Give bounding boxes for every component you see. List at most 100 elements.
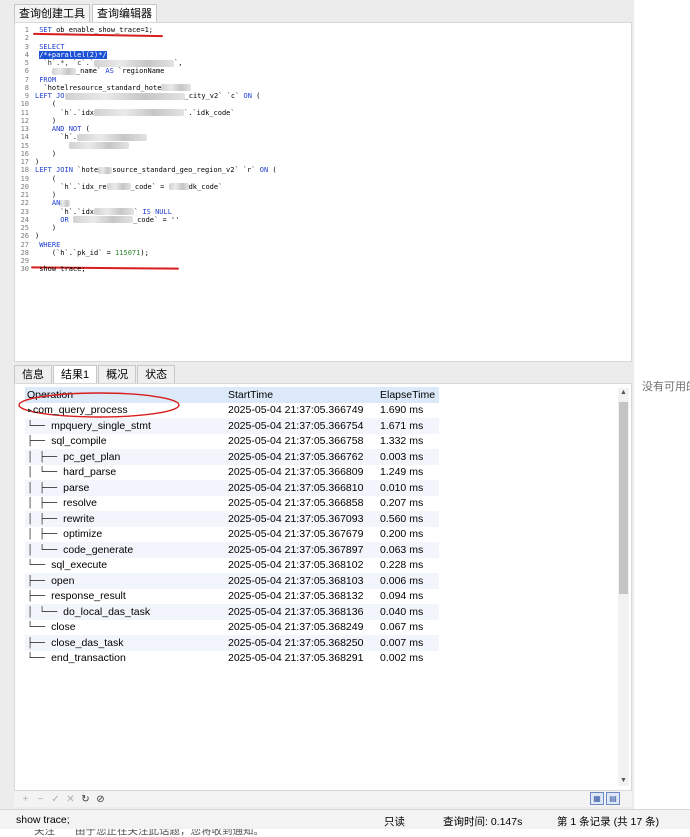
cell-elapsetime[interactable]: 0.006 ms	[378, 575, 438, 587]
delete-record-icon[interactable]: −	[33, 794, 48, 805]
form-view-icon[interactable]: ▤	[606, 792, 620, 805]
cell-elapsetime[interactable]: 1.332 ms	[378, 435, 438, 447]
scroll-down-icon[interactable]: ▼	[618, 776, 629, 786]
cell-operation[interactable]: │ ├── resolve	[25, 497, 226, 509]
code-line[interactable]: 25 )	[15, 224, 57, 232]
cell-starttime[interactable]: 2025-05-04 21:37:05.368103	[226, 575, 378, 587]
cell-starttime[interactable]: 2025-05-04 21:37:05.366749	[226, 404, 378, 416]
column-header-elapsetime[interactable]: ElapseTime	[378, 389, 438, 401]
table-row[interactable]: ├── response_result 2025-05-04 21:37:05.3…	[25, 589, 439, 605]
cell-operation[interactable]: │ ├── parse	[25, 482, 226, 494]
cell-operation[interactable]: ├── close_das_task	[25, 637, 226, 649]
cell-starttime[interactable]: 2025-05-04 21:37:05.368132	[226, 590, 378, 602]
table-row[interactable]: └── mpquery_single_stmt 2025-05-04 21:37:…	[25, 418, 439, 434]
code-line[interactable]: 19 (	[15, 175, 57, 183]
cell-starttime[interactable]: 2025-05-04 21:37:05.368291	[226, 652, 378, 664]
tab-status[interactable]: 状态	[137, 365, 176, 383]
cell-starttime[interactable]: 2025-05-04 21:37:05.368136	[226, 606, 378, 618]
tab-query-builder[interactable]: 查询创建工具	[14, 4, 90, 22]
cell-elapsetime[interactable]: 1.671 ms	[378, 420, 438, 432]
table-row[interactable]: └── sql_execute 2025-05-04 21:37:05.36810…	[25, 558, 439, 574]
cell-elapsetime[interactable]: 0.063 ms	[378, 544, 438, 556]
cell-starttime[interactable]: 2025-05-04 21:37:05.368250	[226, 637, 378, 649]
table-row[interactable]: ├── open 2025-05-04 21:37:05.368103 0.006 …	[25, 573, 439, 589]
code-line[interactable]: 21 )	[15, 191, 57, 199]
code-line[interactable]: 28 (`h`.`pk_id` = 115071);	[15, 249, 149, 257]
tab-result1[interactable]: 结果1	[53, 365, 98, 383]
code-line[interactable]: 13 AND NOT (	[15, 125, 90, 133]
code-line[interactable]: 9 LEFT JO _city_v2` `c` ON (	[15, 92, 261, 100]
table-row[interactable]: │ ├── pc_get_plan 2025-05-04 21:37:05.366…	[25, 449, 439, 465]
vertical-scrollbar[interactable]: ▲ ▼	[618, 388, 629, 786]
table-row[interactable]: │ └── do_local_das_task 2025-05-04 21:37:…	[25, 604, 439, 620]
tab-query-editor[interactable]: 查询编辑器	[92, 4, 157, 22]
cell-starttime[interactable]: 2025-05-04 21:37:05.368102	[226, 559, 378, 571]
discard-changes-icon[interactable]: ✕	[63, 794, 78, 805]
code-line[interactable]: 1 SET ob_enable_show_trace=1;	[15, 26, 153, 34]
cell-elapsetime[interactable]: 0.207 ms	[378, 497, 438, 509]
stop-icon[interactable]: ⊘	[93, 794, 108, 805]
scroll-up-icon[interactable]: ▲	[618, 388, 629, 398]
cell-elapsetime[interactable]: 0.010 ms	[378, 482, 438, 494]
table-row[interactable]: └── close 2025-05-04 21:37:05.368249 0.067…	[25, 620, 439, 636]
apply-changes-icon[interactable]: ✓	[48, 794, 63, 805]
code-line[interactable]: 24 OR _code` = ''	[15, 216, 180, 224]
code-line[interactable]: 14 `h`.	[15, 133, 148, 141]
code-line[interactable]: 10 (	[15, 100, 57, 108]
code-line[interactable]: 3 SELECT	[15, 43, 65, 51]
cell-elapsetime[interactable]: 0.560 ms	[378, 513, 438, 525]
code-line[interactable]: 27 WHERE	[15, 241, 61, 249]
cell-operation[interactable]: └── end_transaction	[25, 652, 226, 664]
cell-elapsetime[interactable]: 0.040 ms	[378, 606, 438, 618]
cell-operation[interactable]: │ ├── pc_get_plan	[25, 451, 226, 463]
table-row[interactable]: ├── close_das_task 2025-05-04 21:37:05.36…	[25, 635, 439, 651]
refresh-icon[interactable]: ↻	[78, 794, 93, 805]
cell-operation[interactable]: └── sql_execute	[25, 559, 226, 571]
table-row[interactable]: │ └── code_generate 2025-05-04 21:37:05.3…	[25, 542, 439, 558]
code-line[interactable]: 23 `h`.`idx ` IS NULL	[15, 208, 172, 216]
grid-view-icon[interactable]: ▦	[590, 792, 604, 805]
cell-operation[interactable]: │ ├── optimize	[25, 528, 226, 540]
cell-elapsetime[interactable]: 0.094 ms	[378, 590, 438, 602]
table-row[interactable]: │ └── hard_parse 2025-05-04 21:37:05.3668…	[25, 465, 439, 481]
code-line[interactable]: 15	[15, 142, 129, 150]
table-row[interactable]: │ ├── rewrite 2025-05-04 21:37:05.367093 0…	[25, 511, 439, 527]
code-line[interactable]: 7 FROM	[15, 76, 56, 84]
cell-operation[interactable]: │ ├── rewrite	[25, 513, 226, 525]
cell-elapsetime[interactable]: 0.003 ms	[378, 451, 438, 463]
code-line[interactable]: 30 show trace;	[15, 265, 86, 273]
cell-starttime[interactable]: 2025-05-04 21:37:05.366754	[226, 420, 378, 432]
cell-operation[interactable]: ├── sql_compile	[25, 435, 226, 447]
cell-starttime[interactable]: 2025-05-04 21:37:05.368249	[226, 621, 378, 633]
cell-elapsetime[interactable]: 1.249 ms	[378, 466, 438, 478]
add-record-icon[interactable]: +	[18, 794, 33, 805]
code-line[interactable]: 6 _name` AS `regionName	[15, 67, 165, 75]
cell-starttime[interactable]: 2025-05-04 21:37:05.366758	[226, 435, 378, 447]
cell-operation[interactable]: ▸com_query_process	[25, 404, 226, 416]
cell-operation[interactable]: └── mpquery_single_stmt	[25, 420, 226, 432]
table-row[interactable]: │ ├── optimize 2025-05-04 21:37:05.367679…	[25, 527, 439, 543]
cell-operation[interactable]: ├── open	[25, 575, 226, 587]
cell-starttime[interactable]: 2025-05-04 21:37:05.366809	[226, 466, 378, 478]
sql-editor[interactable]: 1 SET ob_enable_show_trace=1; 2 3 SELECT 4 …	[14, 22, 632, 362]
cell-elapsetime[interactable]: 0.228 ms	[378, 559, 438, 571]
code-line[interactable]: 12 )	[15, 117, 57, 125]
result-grid[interactable]: Operation StartTime ElapseTime ▲ ▼ ▸com_…	[14, 383, 632, 791]
cell-starttime[interactable]: 2025-05-04 21:37:05.366762	[226, 451, 378, 463]
scrollbar-thumb[interactable]	[619, 402, 628, 594]
tab-info[interactable]: 信息	[14, 365, 52, 383]
cell-operation[interactable]: ├── response_result	[25, 590, 226, 602]
table-row[interactable]: ├── sql_compile 2025-05-04 21:37:05.36675…	[25, 434, 439, 450]
cell-elapsetime[interactable]: 1.690 ms	[378, 404, 438, 416]
column-header-starttime[interactable]: StartTime	[226, 389, 378, 401]
code-line[interactable]: 17)	[15, 158, 40, 166]
cell-operation[interactable]: └── close	[25, 621, 226, 633]
table-row[interactable]: ▸com_query_process 2025-05-04 21:37:05.36…	[25, 403, 439, 419]
cell-elapsetime[interactable]: 0.002 ms	[378, 652, 438, 664]
code-line[interactable]: 5 `h`.*, `c`.` `,	[15, 59, 183, 67]
cell-starttime[interactable]: 2025-05-04 21:37:05.367679	[226, 528, 378, 540]
code-line[interactable]: 29	[15, 257, 35, 265]
code-line[interactable]: 26)	[15, 232, 40, 240]
code-line[interactable]: 22 AN	[15, 199, 71, 207]
code-line[interactable]: 16 )	[15, 150, 57, 158]
